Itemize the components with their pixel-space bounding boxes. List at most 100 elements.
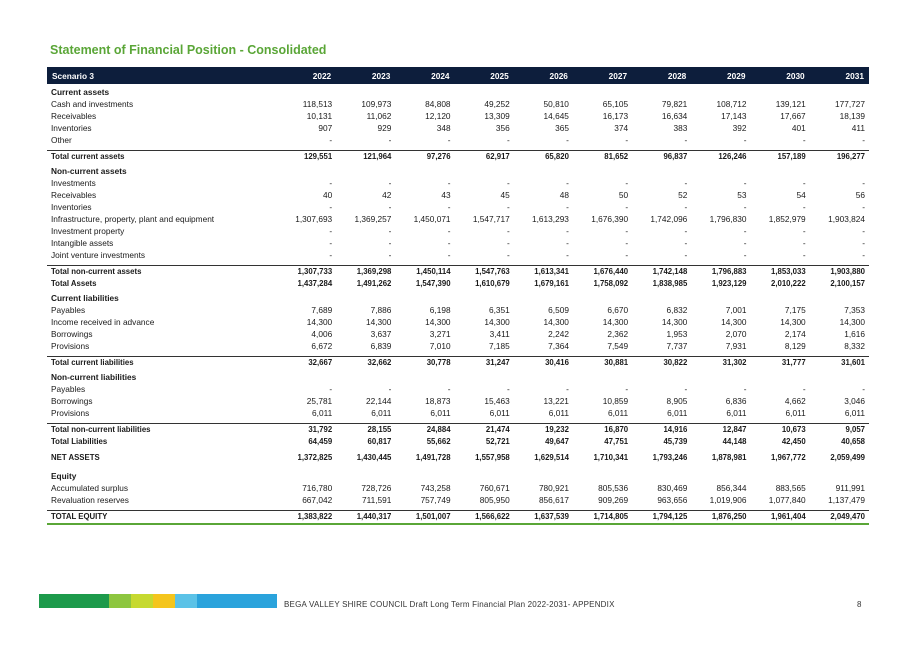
value-cell: 1,710,341 [593, 453, 629, 462]
value-cell: 1,876,250 [691, 510, 751, 525]
section-label: Equity [51, 471, 77, 481]
value-cell: 1,547,390 [415, 279, 451, 288]
table-row: Borrowings 25,781 22,144 18,873 15,463 13,221… [47, 395, 869, 407]
row-label: Borrowings [51, 396, 93, 406]
year-header: 2029 [691, 67, 751, 84]
value-cell: 1,613,341 [513, 265, 573, 278]
row-label: Investments [51, 178, 96, 188]
value-cell: - [566, 226, 569, 236]
value-cell: 32,667 [277, 356, 337, 369]
value-cell: 118,513 [302, 99, 333, 109]
table-row: Inventories 907 929 348 356 365 374 383 392 401 41… [47, 122, 869, 134]
value-cell: - [743, 226, 747, 236]
value-cell: - [447, 238, 451, 248]
value-cell: - [566, 178, 569, 188]
section-label: Non-current liabilities [51, 372, 137, 382]
value-cell: - [388, 178, 392, 188]
value-cell: 16,634 [661, 111, 688, 121]
value-cell: - [566, 238, 569, 248]
value-cell: 963,656 [657, 495, 688, 505]
value-cell: 45,739 [663, 437, 688, 446]
value-cell: 805,536 [598, 483, 629, 493]
year-header: 2027 [572, 67, 633, 84]
value-cell: 2,100,157 [830, 279, 865, 288]
value-cell: 16,870 [572, 423, 633, 436]
value-cell: 411 [851, 123, 865, 133]
value-cell: 10,131 [306, 111, 333, 121]
value-cell: 30,881 [572, 356, 633, 369]
section-label: Non-current assets [51, 166, 127, 176]
value-cell: - [684, 250, 688, 260]
value-cell: - [388, 202, 392, 212]
value-cell: 830,469 [657, 483, 688, 493]
value-cell: 6,011 [667, 408, 688, 418]
value-cell: 196,277 [809, 150, 869, 163]
row-label: Total Assets [51, 279, 97, 288]
value-cell: 49,647 [545, 437, 569, 446]
value-cell: - [329, 226, 333, 236]
value-cell: 14,300 [306, 317, 333, 327]
value-cell: - [388, 238, 392, 248]
value-cell: 96,837 [632, 150, 692, 163]
value-cell: 17,143 [721, 111, 747, 121]
value-cell: 1,307,733 [277, 265, 337, 278]
value-cell: - [862, 238, 865, 248]
value-cell: 1,796,830 [709, 214, 747, 224]
value-cell: 55,662 [426, 437, 451, 446]
value-cell: - [743, 178, 747, 188]
row-label: Inventories [51, 123, 92, 133]
table-row: Receivables 40 42 43 45 48 50 52 53 54 56 [47, 189, 869, 201]
section-header-row: Non-current liabilities [47, 369, 869, 383]
value-cell: 1,610,679 [475, 279, 510, 288]
value-cell: 18,873 [425, 396, 451, 406]
value-cell: 911,991 [835, 483, 865, 493]
value-cell: 1,566,622 [454, 510, 514, 525]
table-row: Provisions 6,672 6,839 7,010 7,185 7,364 7,549… [47, 340, 869, 352]
value-cell: 3,046 [844, 396, 865, 406]
row-label: Total non-current assets [47, 265, 277, 278]
value-cell: 1,794,125 [632, 510, 692, 525]
value-cell: - [862, 202, 865, 212]
footer-bar-segment [109, 594, 131, 608]
value-cell: 711,591 [361, 495, 392, 505]
value-cell: 11,062 [366, 111, 392, 121]
value-cell: - [388, 250, 392, 260]
page-number: 8 [857, 600, 862, 609]
footer-bar-segment [131, 594, 153, 608]
value-cell: - [743, 238, 747, 248]
row-label: Cash and investments [51, 99, 134, 109]
value-cell: - [625, 384, 629, 394]
value-cell: 7,001 [725, 305, 747, 315]
total-row: Total current assets 129,551 121,964 97,276… [47, 150, 869, 163]
row-label: Joint venture investments [51, 250, 146, 260]
total-row: Total current liabilities 32,667 32,662 30,… [47, 356, 869, 369]
value-cell: 743,258 [420, 483, 451, 493]
value-cell: 667,042 [302, 495, 333, 505]
value-cell: - [506, 202, 510, 212]
value-cell: 31,777 [750, 356, 810, 369]
row-label: Investment property [51, 226, 125, 236]
year-header: 2022 [277, 67, 337, 84]
value-cell: 1,307,693 [295, 214, 333, 224]
value-cell: 1,383,822 [277, 510, 337, 525]
value-cell: - [862, 226, 865, 236]
value-cell: 64,459 [308, 437, 333, 446]
value-cell: - [506, 250, 510, 260]
value-cell: 1,637,539 [513, 510, 573, 525]
value-cell: 1,491,728 [415, 453, 451, 462]
row-label: TOTAL EQUITY [47, 510, 277, 525]
value-cell: 1,838,985 [652, 279, 688, 288]
value-cell: 8,129 [784, 341, 806, 351]
value-cell: 2,242 [548, 329, 569, 339]
value-cell: 392 [732, 123, 747, 133]
value-cell: 79,821 [661, 99, 688, 109]
value-cell: - [447, 178, 451, 188]
value-cell: 52 [678, 190, 688, 200]
year-header: 2031 [809, 67, 869, 84]
value-cell: 1,616 [844, 329, 865, 339]
value-cell: 7,185 [488, 341, 510, 351]
value-cell: 6,672 [311, 341, 333, 351]
value-cell: - [447, 250, 451, 260]
value-cell: 1,953 [666, 329, 688, 339]
value-cell: 6,836 [725, 396, 747, 406]
